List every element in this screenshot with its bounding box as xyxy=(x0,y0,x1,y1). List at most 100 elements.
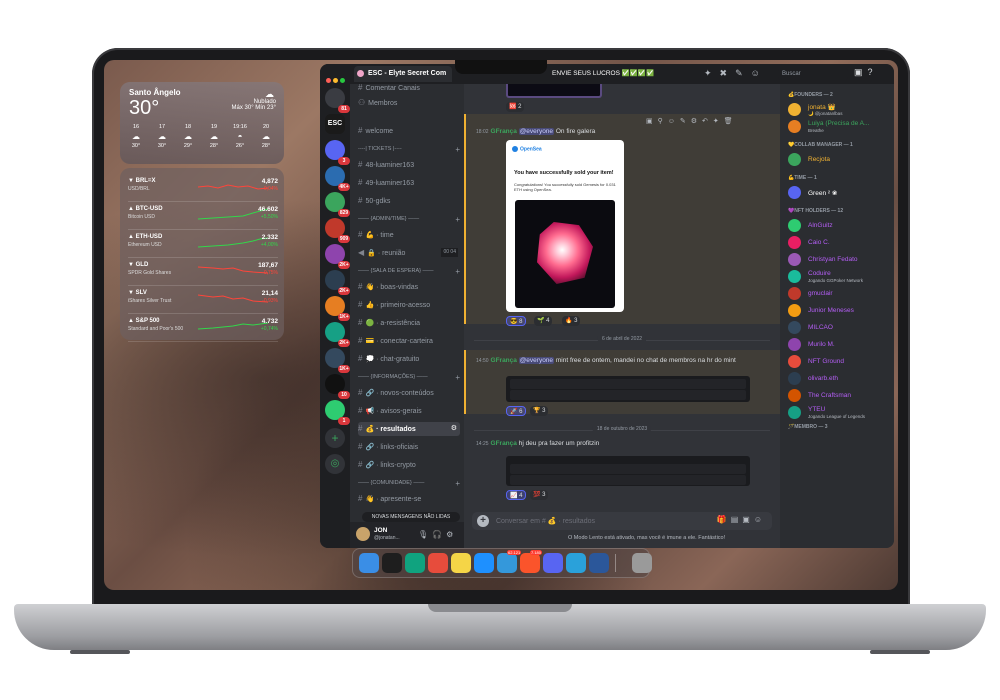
message-toolbar[interactable]: ▣⚲☺✎⚙↶✦🗑 xyxy=(646,117,738,125)
word-icon[interactable] xyxy=(589,553,609,573)
member-item[interactable]: gmuclair xyxy=(788,286,892,302)
reaction[interactable]: 🔥 3 xyxy=(562,316,581,326)
user-controls[interactable]: 🎙🎧⚙ xyxy=(418,530,457,539)
member-item[interactable]: NFT Ground xyxy=(788,354,892,370)
channel-item-resultados[interactable]: # 💰 · resultados ⚙ xyxy=(358,422,460,436)
member-item[interactable]: AlnGuitz xyxy=(788,218,892,234)
server-icon[interactable]: 2K+ xyxy=(325,270,350,295)
channel-item[interactable]: # 📢 · avisos-gerais xyxy=(358,404,460,418)
category-sala[interactable]: —— {SALA DE ESPERA} —— + xyxy=(358,267,460,276)
add-server-button[interactable]: + xyxy=(325,428,345,448)
stock-row[interactable]: ▼ SLV iShares Silver Trust 21,14 -0,93% xyxy=(128,288,278,314)
channel-item[interactable]: # 👋 · apresente-se xyxy=(358,492,460,506)
server-icon[interactable]: 4K+ xyxy=(325,166,350,191)
category-admin[interactable]: —— {ADMIN/TIME} —— + xyxy=(358,215,460,224)
reaction[interactable]: 📈 4 xyxy=(506,490,527,500)
reaction[interactable]: 🏆 3 xyxy=(530,406,549,416)
channel-item[interactable]: # 💭 · chat-gratuito xyxy=(358,352,460,366)
channel-item[interactable]: # 🔗 · links-oficiais xyxy=(358,440,460,454)
safari-icon[interactable] xyxy=(474,553,494,573)
member-item[interactable]: YTEU Jogando League of Legends xyxy=(788,405,892,421)
channel-item-time[interactable]: # 💪 · time xyxy=(358,228,460,242)
reaction[interactable]: 😎 8 xyxy=(506,316,527,326)
member-item[interactable]: Luiya (Precisa de A... Breathe xyxy=(788,119,892,135)
brave-icon[interactable]: 7.180 xyxy=(520,550,543,573)
close-window-button[interactable] xyxy=(326,78,331,83)
channel-item[interactable]: #50-gdks xyxy=(358,194,460,208)
member-item[interactable]: MILCAO xyxy=(788,320,892,336)
channel-item-welcome[interactable]: # welcome xyxy=(358,124,460,138)
member-item[interactable]: The Craftsman xyxy=(788,388,892,404)
channel-item-membros[interactable]: ⚇ Membros xyxy=(358,96,460,110)
search-input[interactable]: Buscar xyxy=(778,68,848,80)
stock-row[interactable]: ▼ GLD SPDR Gold Shares 187,67 -0,75% xyxy=(128,260,278,286)
message-composer[interactable]: + Conversar em # 💰 · resultados 🎁▤▣☺ xyxy=(472,512,772,530)
server-icon[interactable]: 2K+ xyxy=(325,322,350,347)
stock-row[interactable]: ▲ ETH-USD Ethereum USD 2.332 +4,00% xyxy=(128,232,278,258)
minimize-window-button[interactable] xyxy=(333,78,338,83)
member-item[interactable]: Caio C. xyxy=(788,235,892,251)
channel-item[interactable]: # 👍 · primeiro-acesso xyxy=(358,298,460,312)
launchpad-icon[interactable] xyxy=(428,553,448,573)
add-attachment-icon[interactable]: + xyxy=(477,515,489,527)
channel-toolbar[interactable]: ✦✖✎☺ xyxy=(704,68,768,79)
member-item[interactable]: jonata 👑 🌙 @jonatanlbas xyxy=(788,102,892,118)
channel-item[interactable]: #48-luaminer163 xyxy=(358,158,460,172)
server-icon[interactable]: 1K+ xyxy=(325,296,350,321)
finder-icon[interactable] xyxy=(359,553,379,573)
stock-row[interactable]: ▲ S&P 500 Standard and Poor's 500 4.732 +0,… xyxy=(128,316,278,342)
screenshot-attachment[interactable] xyxy=(506,456,750,486)
server-icon[interactable]: ESC xyxy=(325,114,349,138)
trash-icon[interactable] xyxy=(632,553,652,573)
channel-item[interactable]: # Comentar Canais xyxy=(358,84,460,92)
server-icon[interactable]: 1 xyxy=(325,400,350,425)
member-item[interactable]: Christyan Fedato xyxy=(788,252,892,268)
stock-row[interactable]: ▼ BRL=X USD/BRL 4,872 -0,04% xyxy=(128,176,278,202)
reaction[interactable]: 🌱 4 xyxy=(534,316,553,326)
reaction[interactable]: 🆘 2 xyxy=(506,102,525,112)
channel-item[interactable]: # 👋 · boas-vindas xyxy=(358,280,460,294)
member-item[interactable]: Junior Meneses xyxy=(788,303,892,319)
server-icon[interactable]: 10 xyxy=(325,374,350,399)
unread-messages-pill[interactable]: NOVAS MENSAGENS NÃO LIDAS xyxy=(362,512,460,522)
channel-item[interactable]: # 🔗 · links-crypto xyxy=(358,458,460,472)
server-icon[interactable]: 829 xyxy=(325,192,350,217)
server-icon[interactable]: 2K+ xyxy=(325,244,350,269)
opensea-embed[interactable]: OpenSea You have successfully sold your … xyxy=(506,140,624,312)
discord-icon[interactable] xyxy=(543,553,563,573)
server-icon[interactable]: 81 xyxy=(325,88,350,113)
category-comunidade[interactable]: —— {COMUNIDADE} —— + xyxy=(358,479,460,488)
channel-item[interactable]: #49-luaminer163 xyxy=(358,176,460,190)
reaction[interactable]: 🚀 6 xyxy=(506,406,527,416)
stock-row[interactable]: ▲ BTC-USD Bitcoin USD 46.602 +5,50% xyxy=(128,204,278,230)
mail-icon[interactable]: 62.121 xyxy=(497,550,522,573)
composer-tools[interactable]: 🎁▤▣☺ xyxy=(717,515,766,524)
member-item[interactable]: Recjota xyxy=(788,152,892,168)
member-item[interactable]: Green ² ❀ xyxy=(788,185,892,201)
avatar[interactable] xyxy=(356,527,370,541)
notes-icon[interactable] xyxy=(451,553,471,573)
member-item[interactable]: Murilo M. xyxy=(788,337,892,353)
channel-item[interactable]: # 🔗 · novos-conteúdos xyxy=(358,386,460,400)
category-info[interactable]: —— {INFORMAÇÕES} —— + xyxy=(358,373,460,382)
category-tickets[interactable]: ----| TICKETS |---- + xyxy=(358,145,460,154)
channel-item[interactable]: # 🟢 · a-resistência xyxy=(358,316,460,330)
screenshot-attachment[interactable] xyxy=(506,376,750,402)
channel-item[interactable]: # 💳 · conectar-carteira xyxy=(358,334,460,348)
stocks-widget[interactable]: ▼ BRL=X USD/BRL 4,872 -0,04% ▲ BTC-USD Bitcoi… xyxy=(120,168,284,342)
member-item[interactable]: Coduire Jogando GGPoker Network xyxy=(788,269,892,285)
reaction[interactable]: 💯 3 xyxy=(530,490,549,500)
server-header[interactable]: ESC - Elyte Secret Com xyxy=(354,66,452,82)
composer-placeholder[interactable]: Conversar em # 💰 · resultados xyxy=(496,517,595,525)
maximize-window-button[interactable] xyxy=(340,78,345,83)
weather-widget[interactable]: Santo Ângelo 30° ☁ Nublado Máx 30° Mín 2… xyxy=(120,82,284,164)
server-icon[interactable]: 909 xyxy=(325,218,350,243)
server-icon[interactable]: 3 xyxy=(325,140,350,165)
voice-channel-reuniao[interactable]: ◀ 🔒 · reunião 00 04 xyxy=(358,246,460,260)
inbox-help[interactable]: ▣? xyxy=(854,67,878,78)
previous-image-attachment[interactable] xyxy=(506,84,602,98)
member-item[interactable]: olivarb.eth xyxy=(788,371,892,387)
server-icon[interactable]: 1K+ xyxy=(325,348,350,373)
explore-servers-button[interactable]: ◎ xyxy=(325,454,345,474)
telegram-icon[interactable] xyxy=(566,553,586,573)
